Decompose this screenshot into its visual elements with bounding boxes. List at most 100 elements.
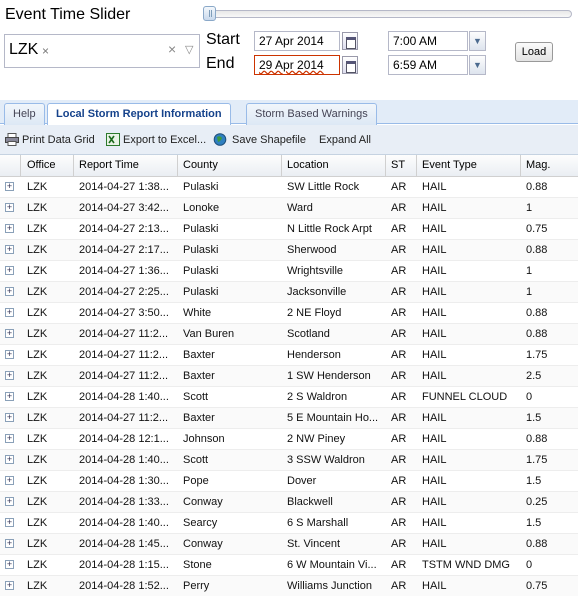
cell-event-type: HAIL: [422, 349, 447, 361]
export-excel-button[interactable]: Export to Excel...: [123, 134, 206, 146]
expand-row-icon[interactable]: +: [5, 350, 14, 359]
expand-row-icon[interactable]: +: [5, 245, 14, 254]
end-time-dropdown-icon[interactable]: ▼: [469, 55, 486, 75]
event-time-slider-track[interactable]: [204, 10, 572, 18]
table-row[interactable]: + LZK 2014-04-28 1:40... Scott 2 S Waldron AR…: [0, 387, 578, 408]
table-row[interactable]: + LZK 2014-04-28 1:30... Pope Dover AR HAIL 1.5: [0, 471, 578, 492]
expand-row-icon[interactable]: +: [5, 371, 14, 380]
load-button[interactable]: Load: [515, 42, 553, 62]
expand-row-icon[interactable]: +: [5, 455, 14, 464]
table-row[interactable]: + LZK 2014-04-27 2:13... Pulaski N Little Ro…: [0, 219, 578, 240]
event-time-slider-thumb[interactable]: [203, 6, 216, 21]
column-header-county[interactable]: County: [183, 159, 218, 171]
expand-row-icon[interactable]: +: [5, 560, 14, 569]
column-header-office[interactable]: Office: [27, 159, 56, 171]
column-header-report-time[interactable]: Report Time: [79, 159, 139, 171]
cell-magnitude: 1.75: [526, 454, 548, 466]
start-date-field[interactable]: 27 Apr 2014: [254, 31, 340, 51]
expand-row-icon[interactable]: +: [5, 392, 14, 401]
expand-filter-icon[interactable]: ▽: [185, 43, 193, 56]
cell-event-type: HAIL: [422, 538, 447, 550]
cell-office: LZK: [27, 202, 48, 214]
column-header-magnitude[interactable]: Mag.: [526, 159, 550, 171]
remove-tag-icon[interactable]: ×: [42, 44, 49, 58]
cell-event-type: HAIL: [422, 223, 447, 235]
table-row[interactable]: + LZK 2014-04-28 1:52... Perry Williams Junc…: [0, 576, 578, 596]
cell-magnitude: 0.88: [526, 181, 548, 193]
cell-county: Pope: [183, 475, 209, 487]
expand-all-button[interactable]: Expand All: [319, 134, 371, 146]
table-row[interactable]: + LZK 2014-04-27 11:2... Van Buren Scotland A…: [0, 324, 578, 345]
cell-location: Jacksonville: [287, 286, 347, 298]
expand-row-icon[interactable]: +: [5, 266, 14, 275]
table-row[interactable]: + LZK 2014-04-27 3:50... White 2 NE Floyd AR H…: [0, 303, 578, 324]
cell-office: LZK: [27, 538, 48, 550]
cell-report-time: 2014-04-28 1:52...: [79, 580, 169, 592]
expand-row-icon[interactable]: +: [5, 497, 14, 506]
expand-row-icon[interactable]: +: [5, 224, 14, 233]
excel-icon[interactable]: [106, 133, 120, 146]
end-time-field[interactable]: 6:59 AM: [388, 55, 468, 75]
cell-county: Perry: [183, 580, 210, 592]
table-row[interactable]: + LZK 2014-04-27 2:17... Pulaski Sherwood AR H…: [0, 240, 578, 261]
cell-office: LZK: [27, 559, 48, 571]
table-row[interactable]: + LZK 2014-04-28 12:1... Johnson 2 NW Piney A…: [0, 429, 578, 450]
end-date-field[interactable]: 29 Apr 2014: [254, 55, 340, 75]
expand-row-icon[interactable]: +: [5, 413, 14, 422]
table-row[interactable]: + LZK 2014-04-27 1:36... Pulaski Wrightsvill…: [0, 261, 578, 282]
expand-row-icon[interactable]: +: [5, 581, 14, 590]
cell-magnitude: 2.5: [526, 370, 542, 382]
start-label: Start: [206, 31, 240, 48]
column-header-location[interactable]: Location: [287, 159, 329, 171]
expand-row-icon[interactable]: +: [5, 539, 14, 548]
expand-row-icon[interactable]: +: [5, 203, 14, 212]
table-row[interactable]: + LZK 2014-04-28 1:40... Searcy 6 S Marshall…: [0, 513, 578, 534]
clear-filter-icon[interactable]: ×: [168, 41, 176, 57]
start-calendar-icon[interactable]: [342, 32, 358, 50]
tab-local-storm-report[interactable]: Local Storm Report Information: [47, 103, 231, 126]
cell-report-time: 2014-04-27 11:2...: [79, 412, 169, 424]
expand-row-icon[interactable]: +: [5, 182, 14, 191]
cell-report-time: 2014-04-28 1:40...: [79, 391, 169, 403]
table-row[interactable]: + LZK 2014-04-28 1:40... Scott 3 SSW Waldron…: [0, 450, 578, 471]
column-header-event-type[interactable]: Event Type: [422, 159, 477, 171]
cell-office: LZK: [27, 286, 48, 298]
cell-county: Baxter: [183, 370, 215, 382]
globe-icon[interactable]: [213, 133, 227, 146]
column-header-state[interactable]: ST: [391, 159, 405, 171]
save-shapefile-button[interactable]: Save Shapefile: [232, 134, 306, 146]
expand-row-icon[interactable]: +: [5, 308, 14, 317]
cell-magnitude: 0: [526, 391, 533, 403]
table-row[interactable]: + LZK 2014-04-27 11:2... Baxter 1 SW Henders…: [0, 366, 578, 387]
printer-icon[interactable]: [5, 133, 19, 146]
tab-help[interactable]: Help: [4, 103, 45, 125]
expand-row-icon[interactable]: +: [5, 329, 14, 338]
cell-location: 5 E Mountain Ho...: [287, 412, 379, 424]
expand-row-icon[interactable]: +: [5, 434, 14, 443]
cell-magnitude: 0.75: [526, 223, 548, 235]
start-time-field[interactable]: 7:00 AM: [388, 31, 468, 51]
table-row[interactable]: + LZK 2014-04-27 2:25... Pulaski Jacksonvill…: [0, 282, 578, 303]
column-divider: [177, 155, 178, 177]
expand-row-icon[interactable]: +: [5, 476, 14, 485]
cell-county: Lonoke: [183, 202, 220, 214]
cell-event-type: HAIL: [422, 244, 447, 256]
tab-storm-based-warnings[interactable]: Storm Based Warnings: [246, 103, 377, 125]
table-row[interactable]: + LZK 2014-04-28 1:45... Conway St. Vincent A…: [0, 534, 578, 555]
cell-office: LZK: [27, 496, 48, 508]
table-row[interactable]: + LZK 2014-04-27 11:2... Baxter Henderson AR H…: [0, 345, 578, 366]
expand-row-icon[interactable]: +: [5, 287, 14, 296]
cell-event-type: HAIL: [422, 433, 447, 445]
print-data-grid-button[interactable]: Print Data Grid: [22, 134, 95, 146]
end-calendar-icon[interactable]: [342, 56, 358, 74]
expand-row-icon[interactable]: +: [5, 518, 14, 527]
cell-location: 2 NE Floyd: [287, 307, 342, 319]
table-row[interactable]: + LZK 2014-04-27 11:2... Baxter 5 E Mountain…: [0, 408, 578, 429]
table-row[interactable]: + LZK 2014-04-27 1:38... Pulaski SW Little R…: [0, 177, 578, 198]
start-time-dropdown-icon[interactable]: ▼: [469, 31, 486, 51]
cell-report-time: 2014-04-27 11:2...: [79, 328, 169, 340]
table-row[interactable]: + LZK 2014-04-28 1:15... Stone 6 W Mountain …: [0, 555, 578, 576]
table-row[interactable]: + LZK 2014-04-28 1:33... Conway Blackwell AR H…: [0, 492, 578, 513]
table-row[interactable]: + LZK 2014-04-27 3:42... Lonoke Ward AR HAIL 1: [0, 198, 578, 219]
column-divider: [416, 155, 417, 177]
